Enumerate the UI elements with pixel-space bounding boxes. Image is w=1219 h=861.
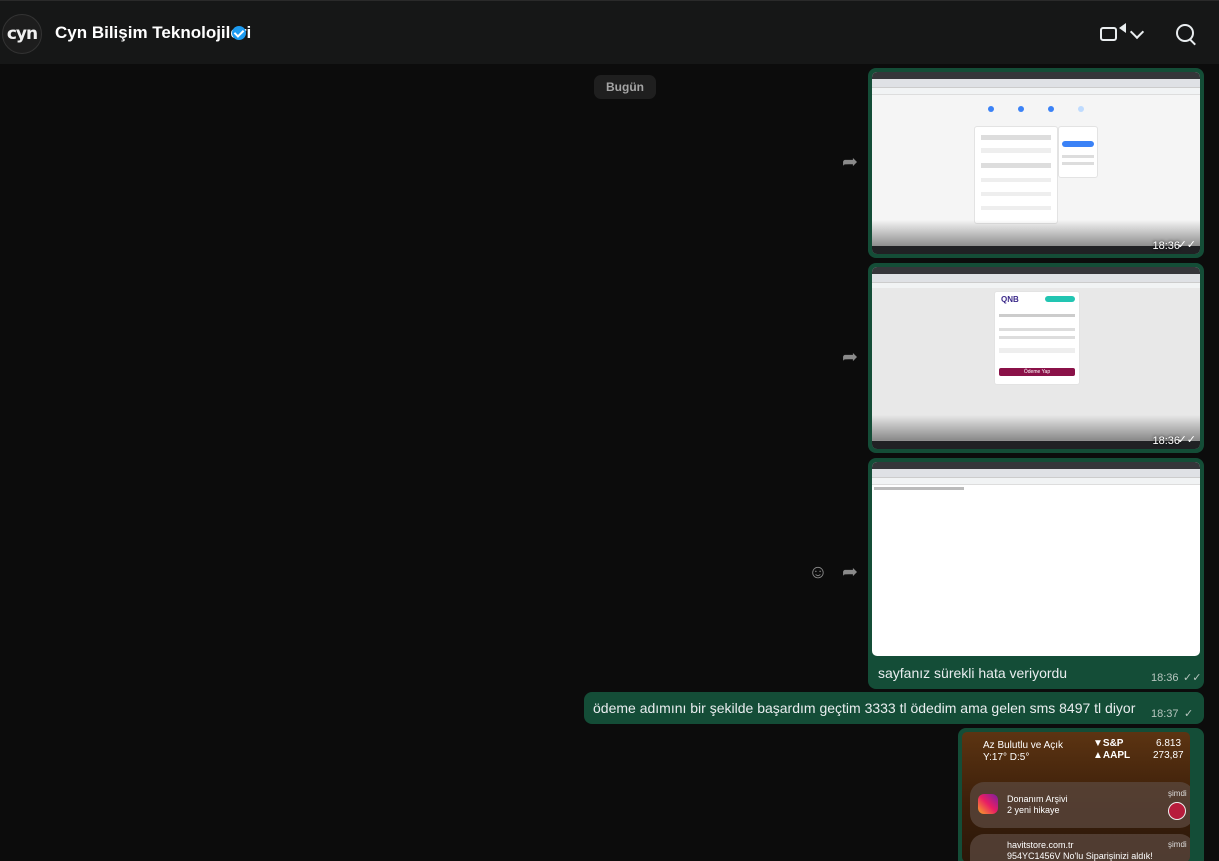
message-time: 18:36	[1151, 672, 1179, 684]
stock-symbol: ▼S&P	[1093, 738, 1124, 749]
single-check-icon: ✓	[1184, 708, 1194, 720]
instagram-icon	[978, 794, 998, 814]
chevron-down-icon	[1129, 24, 1145, 40]
pay-button-label: Ödeme Yap	[1023, 369, 1051, 375]
contact-name[interactable]: Cyn Bilişim Teknolojileri	[55, 23, 251, 43]
notification-time: şimdi	[1168, 789, 1187, 798]
video-camera-lens	[1119, 23, 1126, 33]
weather-temps: Y:17° D:5°	[983, 752, 1030, 763]
weather-text: Az Bulutlu ve Açık	[983, 740, 1064, 751]
double-check-icon: ✓✓	[1183, 672, 1202, 684]
double-check-icon: ✓✓	[1177, 434, 1196, 446]
message-caption: sayfanız sürekli hata veriyordu	[878, 665, 1068, 681]
forward-icon[interactable]: ➦	[839, 152, 861, 174]
day-separator: Bugün	[594, 75, 656, 99]
message-time: 18:36	[1152, 240, 1180, 252]
notification-card: Donanım Arşivi 2 yeni hikaye şimdi	[970, 782, 1190, 828]
double-check-icon: ✓✓	[1177, 239, 1196, 251]
chat-header: cyn Cyn Bilişim Teknolojileri	[0, 0, 1219, 64]
avatar[interactable]: cyn	[2, 14, 42, 54]
bank-logo: QNB	[1001, 295, 1019, 304]
emoji-icon[interactable]: ☺	[808, 563, 828, 583]
message-time: 18:36	[1152, 435, 1180, 447]
notification-app: Donanım Arşivi	[1007, 794, 1068, 804]
avatar-logo: cyn	[6, 24, 38, 44]
notification-body: 2 yeni hikaye	[1007, 805, 1060, 815]
notification-body: 954YC1456V No'lu Siparişinizi aldık!	[1007, 851, 1153, 861]
stock-value: 273,87	[1153, 750, 1184, 761]
stock-value: 6.813	[1156, 738, 1182, 749]
video-call-button[interactable]	[1100, 21, 1152, 47]
text-message[interactable]: ödeme adımını bir şekilde başardım geçti…	[584, 692, 1204, 724]
image-message[interactable]: Az Bulutlu ve Açık Y:17° D:5° ▼S&P 6.813…	[958, 728, 1204, 861]
forward-icon[interactable]: ➦	[839, 562, 861, 584]
message-image[interactable]: Az Bulutlu ve Açık Y:17° D:5° ▼S&P 6.813…	[962, 732, 1190, 861]
image-message[interactable]: QNB Ödeme Yap 18:36 ✓✓	[868, 263, 1204, 453]
message-image[interactable]	[872, 462, 1200, 656]
notification-app: havitstore.com.tr	[1007, 840, 1074, 850]
video-camera-icon	[1100, 27, 1117, 41]
chat-area[interactable]: Bugün ➦ 18:36 ✓✓ ➦ QNB Ödeme Yap 18:36 ✓…	[0, 64, 1219, 861]
verified-badge-icon	[232, 26, 246, 40]
forward-icon[interactable]: ➦	[839, 347, 861, 369]
search-icon[interactable]	[1176, 24, 1194, 42]
image-message-with-caption[interactable]: sayfanız sürekli hata veriyordu 18:36 ✓✓	[868, 458, 1204, 689]
notification-card: havitstore.com.tr 954YC1456V No'lu Sipar…	[970, 834, 1190, 861]
notification-time: şimdi	[1168, 840, 1187, 849]
image-message[interactable]: 18:36 ✓✓	[868, 68, 1204, 258]
message-image[interactable]	[872, 72, 1200, 254]
message-time: 18:37	[1151, 708, 1179, 720]
message-text: ödeme adımını bir şekilde başardım geçti…	[593, 700, 1136, 716]
profile-thumb	[1168, 802, 1186, 820]
stock-symbol: ▲AAPL	[1093, 750, 1131, 761]
message-image[interactable]: QNB Ödeme Yap	[872, 267, 1200, 449]
